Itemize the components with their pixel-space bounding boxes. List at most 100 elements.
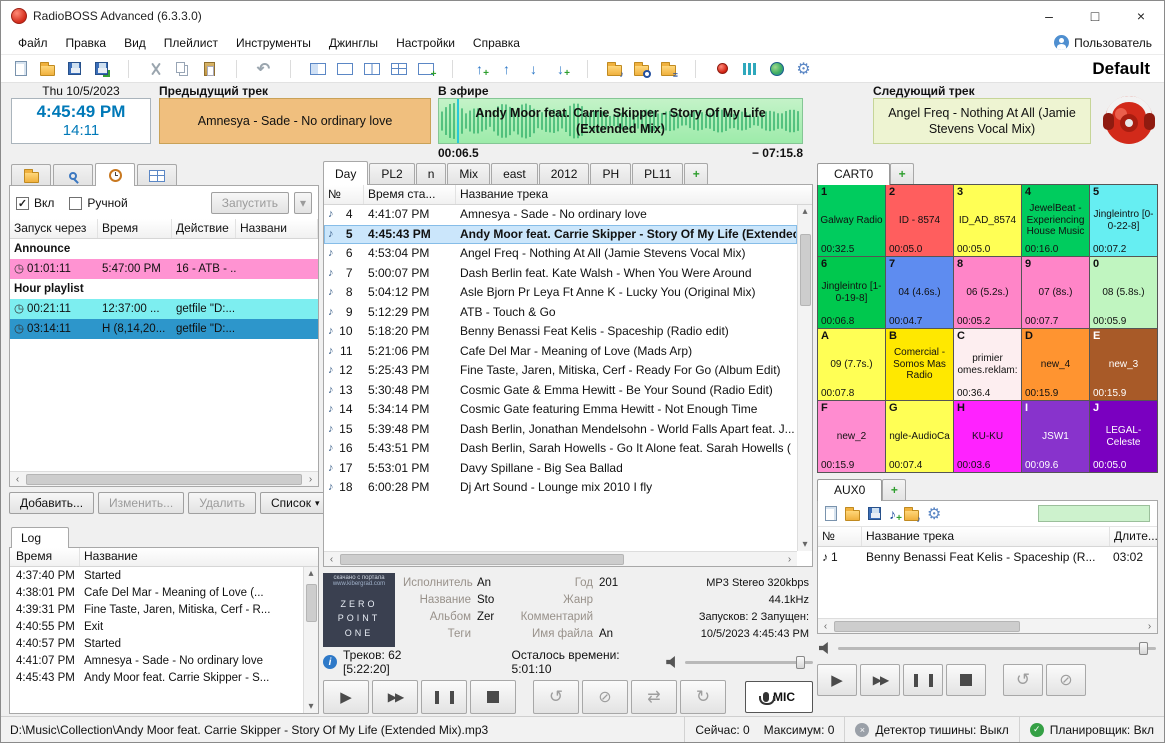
add-track-bottom-button[interactable] — [547, 56, 574, 82]
scheduler-row[interactable]: 00:21:11 12:37:00 ... getfile "D:... — [10, 299, 318, 319]
close-button[interactable]: × — [1118, 1, 1164, 31]
move-track-down-button[interactable] — [520, 56, 547, 82]
scheduler-row[interactable]: 03:14:11 H (8,14,20... getfile "D:... — [10, 319, 318, 339]
record-button[interactable] — [709, 56, 736, 82]
edit-button[interactable]: Изменить... — [98, 492, 184, 514]
log-row[interactable]: 4:37:40 PM Started — [10, 567, 303, 584]
scroll-left-arrow[interactable]: ‹ — [10, 473, 25, 486]
minimize-button[interactable]: – — [1026, 1, 1072, 31]
scroll-up-arrow[interactable]: ▴ — [798, 205, 813, 218]
add-aux-tab-button[interactable]: + — [882, 479, 906, 501]
scroll-thumb[interactable] — [306, 584, 317, 622]
scroll-thumb[interactable] — [834, 621, 1020, 632]
column-header[interactable]: Название трека — [862, 527, 1109, 546]
user-menu[interactable]: Пользователь — [1054, 35, 1164, 50]
run-button[interactable]: Запустить — [211, 192, 289, 214]
playlist-row[interactable]: ♪7 5:00:07 PM Dash Berlin feat. Kate Wal… — [324, 264, 797, 284]
layout-grid-button[interactable] — [385, 56, 412, 82]
log-row[interactable]: 4:45:43 PM Andy Moor feat. Carrie Skippe… — [10, 669, 303, 686]
menu-item[interactable]: Правка — [57, 33, 116, 53]
aux-pause-button[interactable] — [903, 664, 943, 696]
paste-button[interactable] — [196, 56, 223, 82]
aux-row[interactable]: ♪1 Benny Benassi Feat Kelis - Spaceship … — [818, 547, 1157, 567]
add-cart-tab-button[interactable]: + — [890, 163, 914, 185]
tab-search[interactable] — [53, 164, 93, 186]
aux-open-button[interactable] — [845, 510, 860, 521]
playlist-tab-n[interactable]: n — [416, 163, 447, 185]
column-header[interactable]: Время ста... — [364, 185, 456, 204]
column-header[interactable]: Длите... — [1109, 527, 1157, 546]
playlist-hscrollbar[interactable]: ‹ › — [324, 551, 797, 566]
reports-button[interactable] — [655, 56, 682, 82]
cart-button-d[interactable]: D new_4 00:15.9 — [1022, 329, 1089, 400]
playlist-row[interactable]: ♪15 5:39:48 PM Dash Berlin, Jonathan Men… — [324, 420, 797, 440]
scroll-left-arrow[interactable]: ‹ — [818, 620, 833, 633]
cart-button-e[interactable]: E new_3 00:15.9 — [1090, 329, 1157, 400]
cut-button[interactable] — [142, 56, 169, 82]
cart-button-8[interactable]: 8 06 (5.2s.) 00:05.2 — [954, 257, 1021, 328]
repeat-button[interactable] — [533, 680, 579, 714]
aux-stop-button[interactable] — [946, 664, 986, 696]
delete-button[interactable]: Удалить — [188, 492, 256, 514]
aux-repeat-button[interactable] — [1003, 664, 1043, 696]
playlist-row[interactable]: ♪18 6:00:28 PM Dj Art Sound - Lounge mix… — [324, 478, 797, 498]
online-button[interactable] — [763, 56, 790, 82]
cart-button-a[interactable]: A 09 (7.7s.) 00:07.8 — [818, 329, 885, 400]
playlist-row[interactable]: ♪5 4:45:43 PM Andy Moor feat. Carrie Ski… — [324, 225, 797, 245]
mic-button[interactable]: MIC — [745, 681, 813, 713]
log-row[interactable]: 4:40:55 PM Exit — [10, 618, 303, 635]
levels-button[interactable] — [736, 56, 763, 82]
playlist-tab-pl2[interactable]: PL2 — [369, 163, 414, 185]
aux-volume-slider[interactable] — [838, 641, 1156, 656]
menu-item[interactable]: Вид — [115, 33, 155, 53]
scheduler-enabled-checkbox[interactable] — [16, 197, 29, 210]
volume-handle[interactable] — [1139, 642, 1148, 655]
playlist-row[interactable]: ♪14 5:34:14 PM Cosmic Gate featuring Emm… — [324, 400, 797, 420]
aux-save-button[interactable] — [868, 507, 881, 520]
tab-music-folders[interactable] — [11, 164, 51, 186]
playlist-tab-day[interactable]: Day — [323, 161, 368, 185]
menu-item[interactable]: Джинглы — [320, 33, 387, 53]
main-volume-slider[interactable] — [685, 655, 813, 670]
scroll-right-arrow[interactable]: › — [782, 553, 797, 566]
add-button[interactable]: Добавить... — [9, 492, 94, 514]
playlist-row[interactable]: ♪10 5:18:20 PM Benny Benassi Feat Kelis … — [324, 322, 797, 342]
menu-item[interactable]: Настройки — [387, 33, 464, 53]
cart-tab[interactable]: CART0 — [817, 163, 890, 185]
pause-button[interactable] — [421, 680, 467, 714]
playlist-tab-east[interactable]: east — [491, 163, 538, 185]
scroll-thumb[interactable] — [26, 474, 302, 485]
aux-tab[interactable]: AUX0 — [817, 479, 882, 501]
copy-button[interactable] — [169, 56, 196, 82]
stop-button[interactable] — [470, 680, 516, 714]
cart-button-f[interactable]: F new_2 00:15.9 — [818, 401, 885, 472]
menu-item[interactable]: Файл — [9, 33, 57, 53]
aux-new-button[interactable] — [825, 506, 837, 521]
maximize-button[interactable]: □ — [1072, 1, 1118, 31]
aux-add-folder-button[interactable] — [904, 510, 919, 521]
no-stop-button[interactable] — [582, 680, 628, 714]
log-row[interactable]: 4:40:57 PM Started — [10, 635, 303, 652]
cart-button-7[interactable]: 7 04 (4.6s.) 00:04.7 — [886, 257, 953, 328]
playlist-row[interactable]: ♪4 4:41:07 PM Amnesya - Sade - No ordina… — [324, 205, 797, 225]
tab-cart-editor[interactable] — [137, 164, 177, 186]
search-files-button[interactable] — [628, 56, 655, 82]
save-playlist-as-button[interactable] — [88, 56, 115, 82]
menu-item[interactable]: Справка — [464, 33, 529, 53]
cart-button-i[interactable]: I JSW1 00:09.6 — [1022, 401, 1089, 472]
cart-button-6[interactable]: 6 Jingleintro [1-0-19-8] 00:06.8 — [818, 257, 885, 328]
cart-button-h[interactable]: H KU-KU 00:03.6 — [954, 401, 1021, 472]
shuffle-button[interactable] — [631, 680, 677, 714]
column-header[interactable]: Названи — [236, 219, 318, 238]
volume-handle[interactable] — [796, 656, 805, 669]
run-dropdown-button[interactable]: ▾ — [294, 192, 312, 214]
next-track-button[interactable] — [372, 680, 418, 714]
column-header[interactable]: Время — [10, 548, 80, 566]
playlist-tab-pl11[interactable]: PL11 — [632, 163, 683, 185]
playlist-row[interactable]: ♪8 5:04:12 PM Asle Bjorn Pr Leya Ft Anne… — [324, 283, 797, 303]
scheduler-row[interactable]: Announce — [10, 239, 318, 259]
list-button[interactable]: Список▾ — [260, 492, 330, 514]
playlist-vscrollbar[interactable]: ▴ ▾ — [797, 205, 812, 551]
log-row[interactable]: 4:38:01 PM Cafe Del Mar - Meaning of Lov… — [10, 584, 303, 601]
scroll-down-arrow[interactable]: ▾ — [304, 700, 319, 713]
